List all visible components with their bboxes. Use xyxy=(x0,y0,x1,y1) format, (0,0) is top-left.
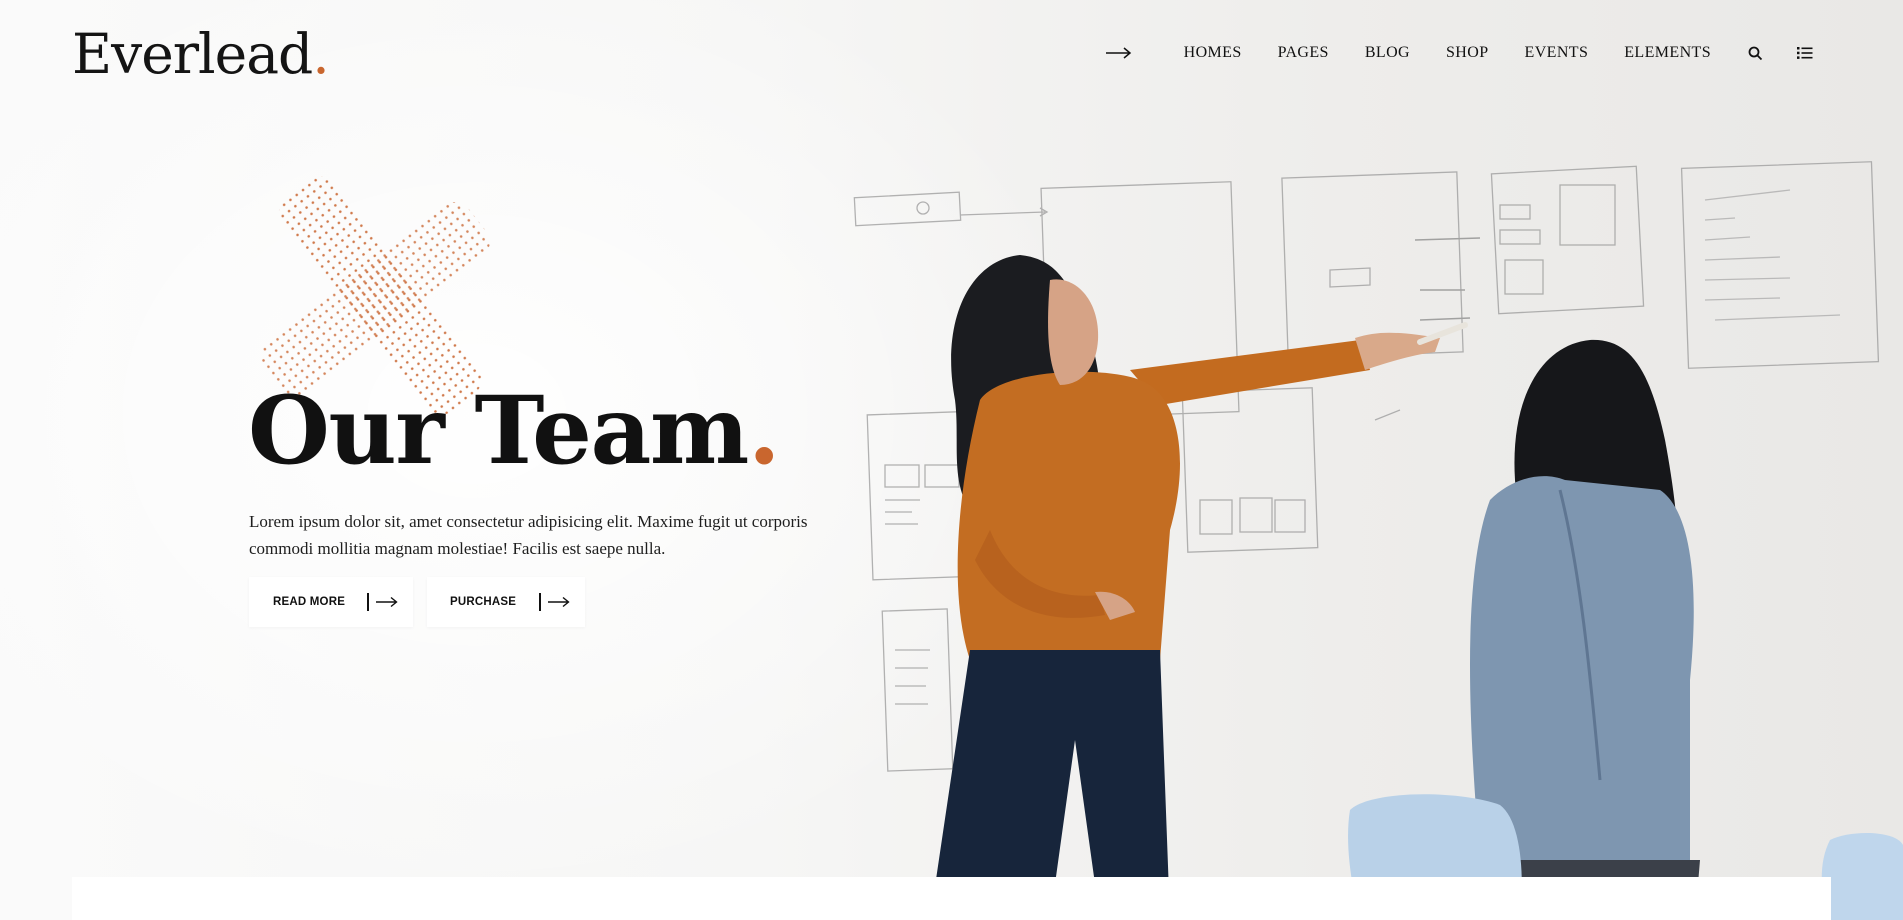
nav-item-homes[interactable]: HOMES xyxy=(1184,44,1242,62)
long-right-arrow-icon xyxy=(1105,46,1132,60)
read-more-label: READ MORE xyxy=(273,596,346,608)
read-more-button[interactable]: READ MORE xyxy=(249,577,413,627)
content-panel-top xyxy=(72,877,1831,920)
list-menu-icon[interactable] xyxy=(1797,45,1813,61)
search-icon[interactable] xyxy=(1747,45,1763,61)
nav-item-elements[interactable]: ELEMENTS xyxy=(1624,44,1711,62)
team-photo-image xyxy=(930,255,1903,920)
button-divider xyxy=(367,593,369,611)
hero-title: Our Team. xyxy=(248,379,781,483)
nav-item-shop[interactable]: SHOP xyxy=(1446,44,1489,62)
nav-item-pages[interactable]: PAGES xyxy=(1278,44,1329,62)
purchase-button[interactable]: PURCHASE xyxy=(427,577,585,627)
nav-item-blog[interactable]: BLOG xyxy=(1365,44,1410,62)
logo-dot: . xyxy=(312,22,330,86)
site-header: Everlead. HOMES PAGES BLOG SHOP EVENTS E… xyxy=(0,0,1903,110)
hero-description: Lorem ipsum dolor sit, amet consectetur … xyxy=(249,512,808,558)
long-right-arrow-icon xyxy=(548,596,570,608)
purchase-label: PURCHASE xyxy=(450,596,517,608)
nav-item-events[interactable]: EVENTS xyxy=(1525,44,1589,62)
long-right-arrow-icon xyxy=(376,596,398,608)
logo-text: Everlead xyxy=(72,22,313,86)
main-navigation: HOMES PAGES BLOG SHOP EVENTS ELEMENTS xyxy=(1105,44,1813,62)
hero-title-text: Our Team xyxy=(248,376,749,486)
site-logo[interactable]: Everlead. xyxy=(72,22,330,86)
hero-title-dot: . xyxy=(747,376,781,486)
button-divider xyxy=(539,593,541,611)
